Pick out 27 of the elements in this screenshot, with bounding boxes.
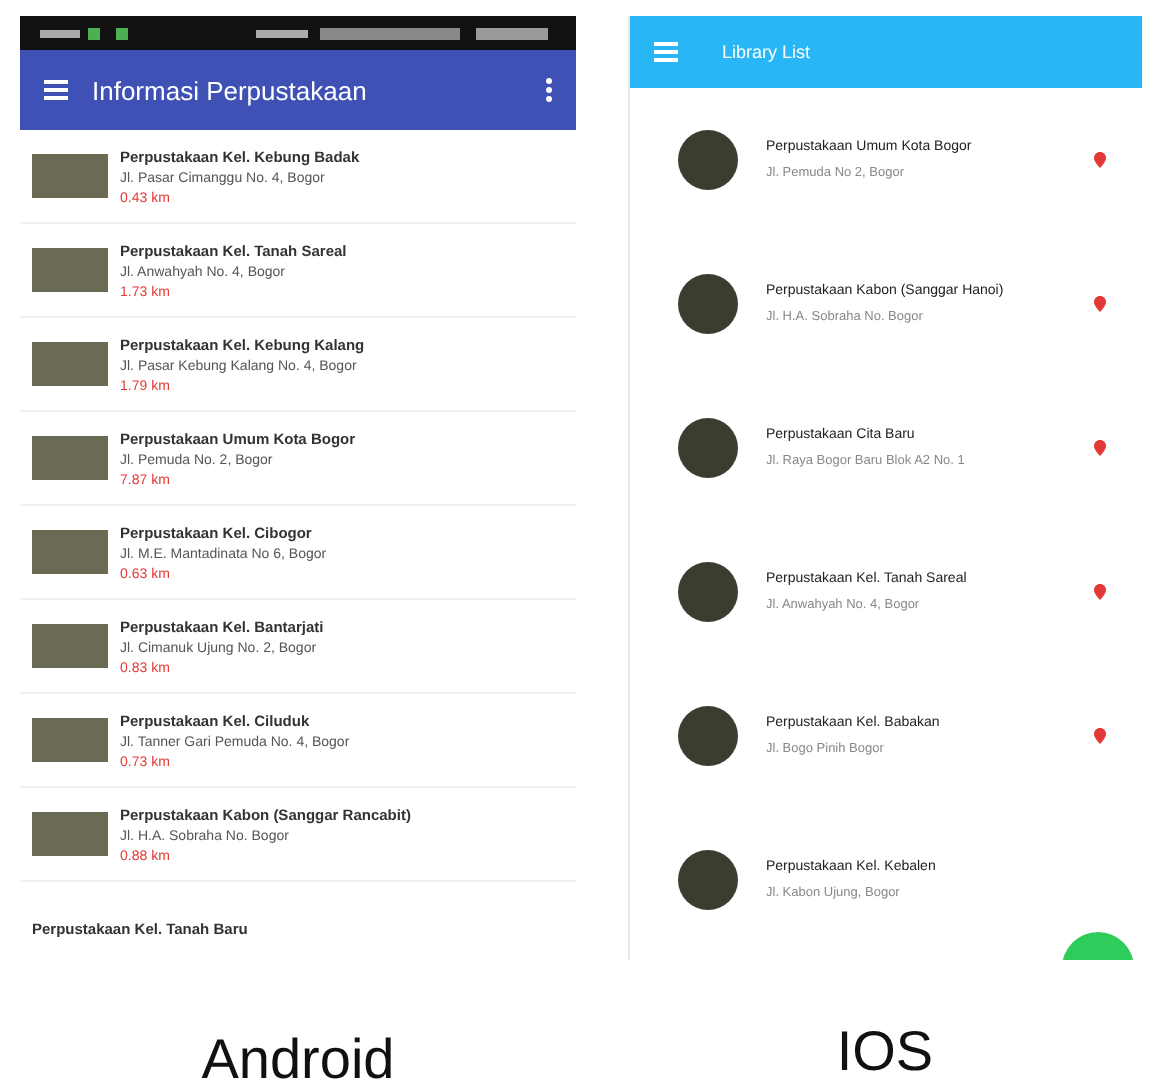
photo-placeholder <box>32 436 108 480</box>
nav-title: Library List <box>722 42 811 62</box>
notification-icon <box>116 27 128 39</box>
map-pin-icon[interactable] <box>1094 152 1106 168</box>
photo-placeholder <box>678 562 738 622</box>
caption: IOS <box>836 1020 934 1084</box>
photo-placeholder <box>678 418 738 478</box>
more-options-icon[interactable] <box>546 78 552 102</box>
photo-placeholder <box>678 274 738 334</box>
photo-placeholder <box>32 342 108 386</box>
photo-placeholder <box>32 530 108 574</box>
caption: Android <box>201 1028 395 1092</box>
photo-placeholder <box>32 812 108 856</box>
photo-placeholder <box>32 624 108 668</box>
photo-placeholder <box>678 130 738 190</box>
map-pin-icon[interactable] <box>1094 728 1106 744</box>
map-pin-icon[interactable] <box>1094 296 1106 312</box>
photo-placeholder <box>32 718 108 762</box>
photo-placeholder <box>678 706 738 766</box>
menu-icon[interactable] <box>44 80 68 100</box>
app-title: Informasi Perpustakaan <box>92 75 369 105</box>
photo-placeholder <box>32 154 108 198</box>
map-pin-icon[interactable] <box>1094 440 1106 456</box>
notification-icon <box>88 27 100 39</box>
map-pin-icon[interactable] <box>1094 584 1106 600</box>
photo-placeholder <box>32 248 108 292</box>
photo-placeholder <box>678 850 738 910</box>
